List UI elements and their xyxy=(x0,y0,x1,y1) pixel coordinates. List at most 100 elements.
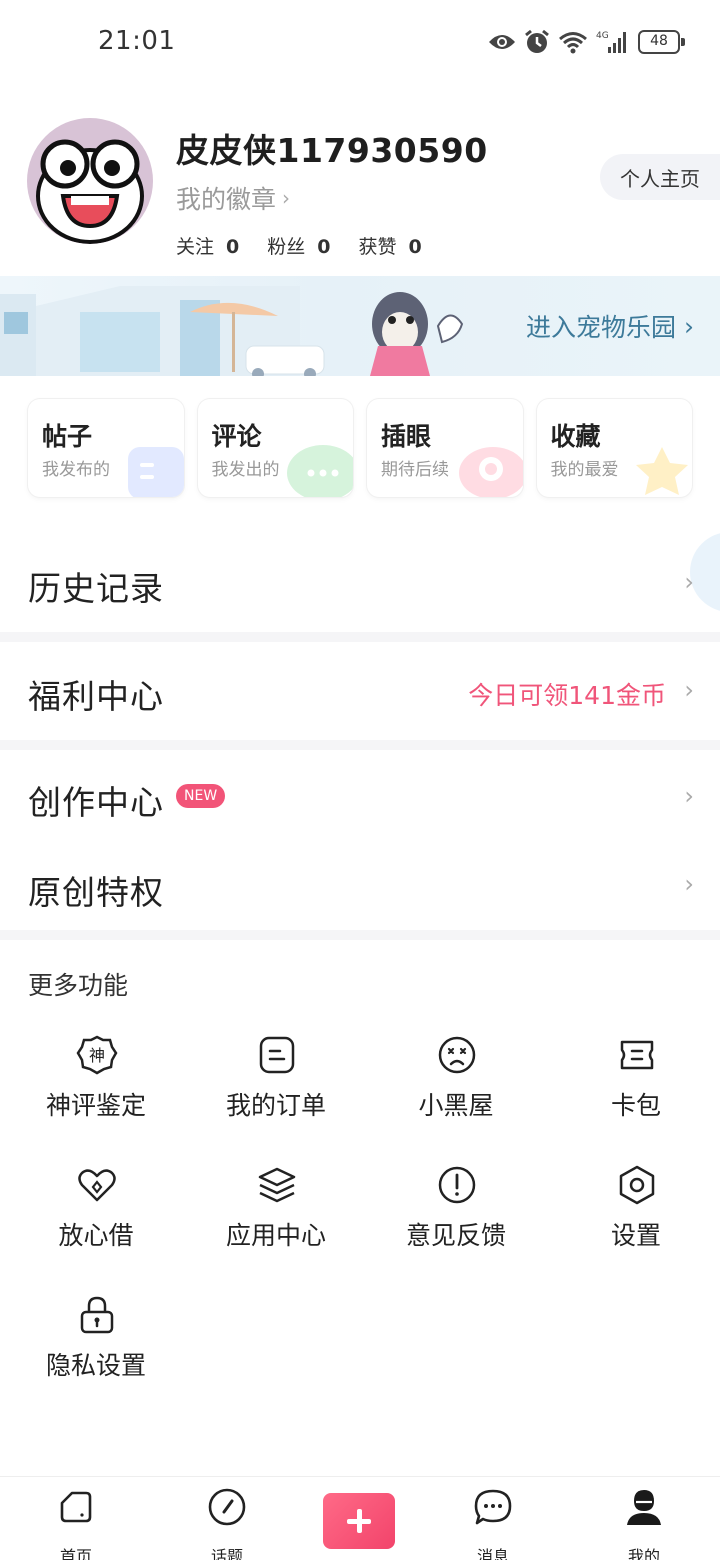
menu-label: 创作中心 xyxy=(28,783,164,822)
card-bookmark-eye[interactable]: 插眼 期待后续 xyxy=(367,399,523,497)
pet-park-label: 进入宠物乐园 xyxy=(525,313,676,342)
divider xyxy=(0,740,720,750)
tab-home[interactable]: 首页 xyxy=(31,1485,121,1560)
func-black-room[interactable]: 小黑屋 xyxy=(366,1030,546,1130)
card-posts[interactable]: 帖子 我发布的 xyxy=(28,399,184,497)
personal-homepage-button[interactable]: 个人主页 xyxy=(600,154,720,200)
card-subtitle: 我的最爱 xyxy=(550,460,619,480)
star-icon xyxy=(636,447,688,495)
func-label: 隐私设置 xyxy=(45,1351,146,1380)
func-label: 设置 xyxy=(610,1221,661,1250)
quick-cards: 帖子 我发布的 评论 我发出的 插眼 期待后续 收藏 我的最爱 xyxy=(28,399,692,497)
divider xyxy=(0,930,720,940)
stat-value: 0 xyxy=(408,236,422,258)
wifi-icon xyxy=(559,32,587,54)
tab-label: 话题 xyxy=(210,1547,243,1560)
func-label: 放心借 xyxy=(58,1221,134,1250)
stat-label: 获赞 xyxy=(358,236,397,258)
menu-label: 原创特权 xyxy=(28,873,164,912)
card-title: 帖子 xyxy=(42,422,93,451)
compass-icon xyxy=(208,1488,246,1526)
stat-value: 0 xyxy=(226,236,240,258)
chevron-right-icon: › xyxy=(684,676,694,704)
func-my-orders[interactable]: 我的订单 xyxy=(186,1030,366,1130)
menu-welfare-center[interactable]: 福利中心 今日可领141金币 › xyxy=(0,642,720,740)
order-icon xyxy=(259,1036,295,1074)
divider xyxy=(0,632,720,642)
username: 皮皮侠117930590 xyxy=(176,131,488,170)
status-bar: 21:01 4G 48 xyxy=(0,0,720,84)
tab-label: 消息 xyxy=(476,1547,509,1560)
stat-likes[interactable]: 获赞 0 xyxy=(359,232,422,259)
func-trusted-loan[interactable]: 放心借 xyxy=(6,1160,186,1260)
card-title: 收藏 xyxy=(550,422,601,451)
stat-fans[interactable]: 粉丝 0 xyxy=(267,232,330,259)
create-post-button[interactable] xyxy=(323,1493,395,1549)
card-title: 评论 xyxy=(211,422,262,451)
card-favorites[interactable]: 收藏 我的最爱 xyxy=(536,399,692,497)
func-settings[interactable]: 设置 xyxy=(546,1160,720,1260)
func-label: 我的订单 xyxy=(225,1091,326,1120)
pet-park-link[interactable]: 进入宠物乐园 › xyxy=(526,308,694,344)
post-doc-icon xyxy=(127,447,184,497)
shen-badge-icon: 神 xyxy=(76,1035,118,1075)
coin-reward-text: 今日可领141金币 xyxy=(468,681,666,710)
chevron-right-icon: › xyxy=(684,782,694,810)
comment-bubble-icon xyxy=(287,445,353,497)
eye-mark-icon xyxy=(458,447,523,497)
menu-creation-center[interactable]: 创作中心 NEW › xyxy=(0,750,720,842)
user-icon xyxy=(627,1490,661,1525)
new-badge: NEW xyxy=(176,784,226,808)
avatar[interactable] xyxy=(27,118,153,244)
svg-text:神: 神 xyxy=(89,1046,105,1065)
func-shenping-appraisal[interactable]: 神 神评鉴定 xyxy=(6,1030,186,1130)
layers-icon xyxy=(258,1167,296,1203)
signal-icon: 4G xyxy=(596,31,626,53)
more-functions-title: 更多功能 xyxy=(28,971,129,1000)
battery-indicator: 48 xyxy=(638,30,685,54)
stat-value: 0 xyxy=(317,236,331,258)
chat-icon xyxy=(474,1489,512,1525)
lock-icon xyxy=(80,1296,114,1334)
eye-icon xyxy=(489,35,515,49)
card-wallet-icon xyxy=(620,1040,654,1070)
tab-me[interactable]: 我的 xyxy=(599,1485,689,1560)
profile-stats: 关注 0 粉丝 0 获赞 0 xyxy=(176,232,422,259)
func-feedback[interactable]: 意见反馈 xyxy=(366,1160,546,1260)
func-app-center[interactable]: 应用中心 xyxy=(186,1160,366,1260)
func-label: 意见反馈 xyxy=(405,1221,506,1250)
pet-park-banner[interactable]: 进入宠物乐园 › xyxy=(0,276,720,376)
badges-link[interactable]: 我的徽章 › xyxy=(176,180,290,216)
badges-label: 我的徽章 xyxy=(176,185,277,214)
stat-label: 关注 xyxy=(176,236,215,258)
tab-label: 首页 xyxy=(59,1547,92,1560)
chevron-right-icon: › xyxy=(282,186,291,210)
card-title: 插眼 xyxy=(381,422,432,451)
heart-loan-icon xyxy=(78,1169,116,1202)
stat-following[interactable]: 关注 0 xyxy=(176,232,239,259)
bottom-tab-bar: 首页 话题 消息 我的 xyxy=(0,1476,720,1560)
tab-messages[interactable]: 消息 xyxy=(448,1485,538,1560)
chevron-right-icon: › xyxy=(684,311,694,341)
menu-label: 历史记录 xyxy=(28,569,164,608)
alarm-icon xyxy=(525,29,549,53)
sad-face-icon xyxy=(438,1036,476,1074)
menu-original-privileges[interactable]: 原创特权 › xyxy=(0,842,720,930)
home-icon xyxy=(60,1491,92,1523)
menu-label: 福利中心 xyxy=(28,677,164,716)
tab-label: 我的 xyxy=(627,1547,660,1560)
menu-history[interactable]: 历史记录 › xyxy=(0,536,720,632)
stat-label: 粉丝 xyxy=(267,236,306,258)
exclamation-circle-icon xyxy=(438,1166,476,1204)
status-icons: 4G 48 xyxy=(488,26,685,58)
func-privacy-settings[interactable]: 隐私设置 xyxy=(6,1290,186,1390)
func-card-wallet[interactable]: 卡包 xyxy=(546,1030,720,1130)
func-label: 小黑屋 xyxy=(418,1091,494,1120)
tab-topics[interactable]: 话题 xyxy=(182,1485,272,1560)
network-type: 4G xyxy=(596,31,609,41)
card-subtitle: 期待后续 xyxy=(381,460,449,480)
card-subtitle: 我发布的 xyxy=(42,460,110,480)
chevron-right-icon: › xyxy=(684,870,694,898)
card-comments[interactable]: 评论 我发出的 xyxy=(197,399,353,497)
hex-gear-icon xyxy=(619,1165,655,1205)
